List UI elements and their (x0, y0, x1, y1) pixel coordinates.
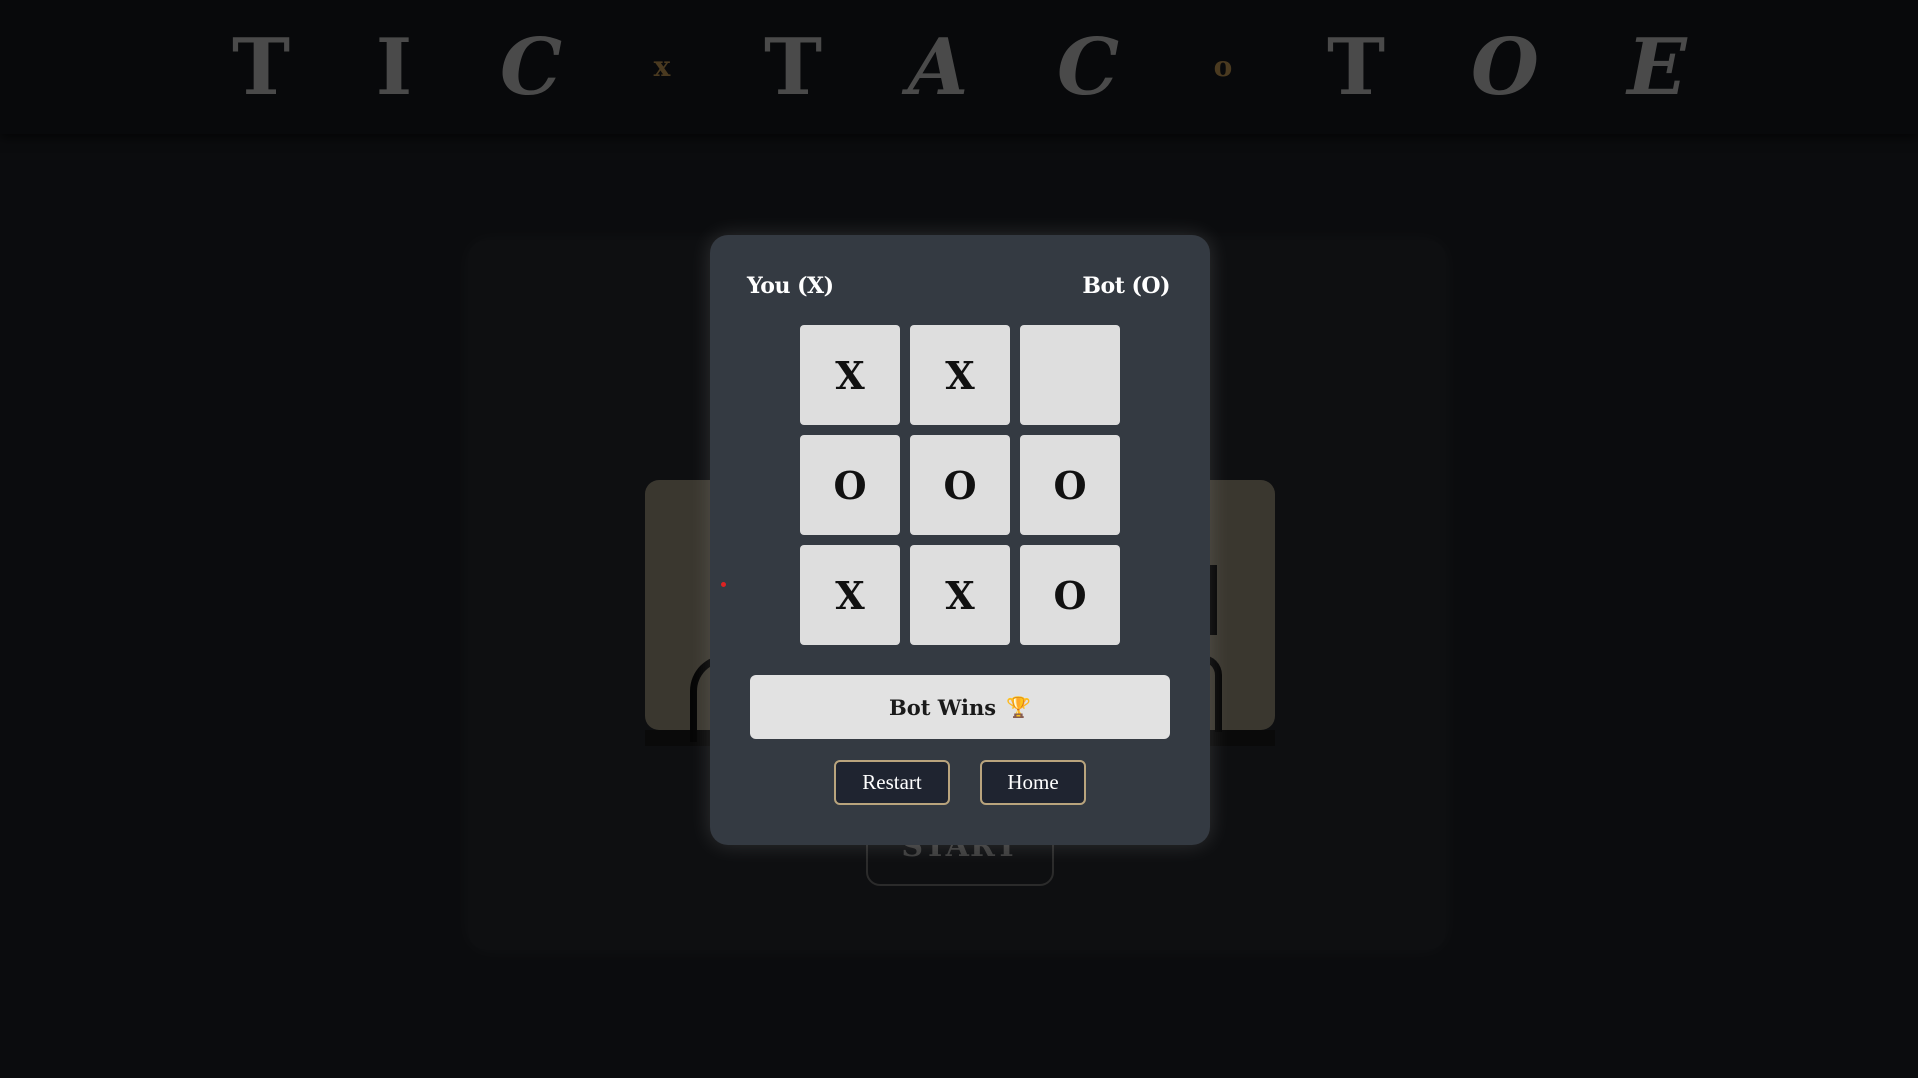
board-cell[interactable]: O (910, 435, 1010, 535)
app-header: T I C x T A C o T O E (0, 0, 1918, 134)
title-letter: C (499, 22, 563, 113)
title-letter: C (1056, 22, 1120, 113)
player-you-label: You (X) (747, 273, 834, 299)
title-letter: E (1627, 22, 1687, 113)
title-letter: T (231, 22, 291, 113)
board-cell[interactable]: O (800, 435, 900, 535)
result-text: Bot Wins (889, 694, 997, 720)
board-cell[interactable]: X (910, 545, 1010, 645)
home-button[interactable]: Home (980, 760, 1086, 805)
title-letter: T (1326, 22, 1386, 113)
title-letter: O (1471, 22, 1539, 113)
cursor-dot (721, 582, 726, 587)
board-cell[interactable] (1020, 325, 1120, 425)
game-board: X X O O O X X O (800, 325, 1120, 645)
board-cell[interactable]: O (1020, 545, 1120, 645)
board-cell[interactable]: X (800, 545, 900, 645)
board-cell[interactable]: X (910, 325, 1010, 425)
title-letter: T (763, 22, 823, 113)
player-bot-label: Bot (O) (1082, 273, 1170, 299)
title-letter: o (1213, 50, 1233, 83)
result-banner: Bot Wins 🏆 (750, 675, 1170, 739)
title-letter: I (375, 22, 413, 113)
title-letter: A (907, 22, 969, 113)
title-letter: x (653, 50, 671, 83)
restart-button[interactable]: Restart (834, 760, 950, 805)
game-modal: You (X) Bot (O) X X O O O X X O Bot Wins… (710, 235, 1210, 845)
trophy-icon: 🏆 (1006, 695, 1031, 719)
board-cell[interactable]: O (1020, 435, 1120, 535)
board-cell[interactable]: X (800, 325, 900, 425)
